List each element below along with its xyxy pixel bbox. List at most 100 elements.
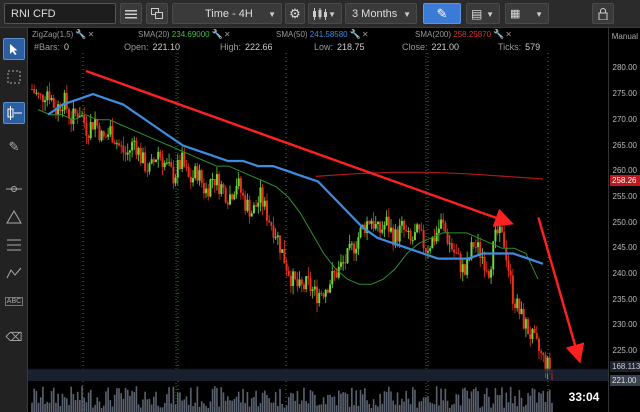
volume-bar	[383, 391, 386, 412]
lock-button[interactable]	[592, 3, 614, 24]
indicator-zigzag[interactable]: ZigZag(1,5) 🔧✕	[32, 29, 94, 40]
pencil-icon: ✎	[8, 139, 20, 154]
indicator-name: SMA(200)	[415, 30, 452, 39]
close-price-tag: 221.00	[610, 374, 640, 386]
candle-body	[296, 279, 299, 287]
candle-body	[109, 126, 112, 135]
candle-body	[168, 162, 171, 164]
candle-body	[115, 143, 118, 145]
candle-body	[524, 319, 527, 329]
fibonacci-tool[interactable]	[3, 234, 25, 256]
volume-bar	[527, 393, 529, 412]
candle-body	[509, 270, 512, 276]
indicator-value: 234.69000	[171, 30, 210, 39]
wrench-icon[interactable]: 🔧	[212, 29, 223, 39]
volume-bar	[498, 395, 501, 412]
pattern-tool[interactable]	[3, 262, 25, 284]
zoom-box-tool[interactable]	[3, 66, 25, 88]
volume-tag: 168.113	[610, 360, 640, 372]
volume-bar	[392, 400, 394, 412]
candle-body	[209, 179, 212, 197]
close-icon[interactable]: ✕	[362, 30, 369, 39]
candle-body	[503, 232, 506, 248]
timeframe-dropdown[interactable]: Time - 4H ▼	[172, 3, 282, 24]
volume-bar	[512, 403, 514, 412]
volume-bar	[346, 393, 349, 412]
low-readout: Low: 218.75	[314, 42, 365, 52]
candle-body	[248, 199, 251, 217]
triangle-tool[interactable]	[3, 206, 25, 228]
volume-bar	[222, 392, 225, 412]
price-axis[interactable]: Manual 280.00 275.00 270.00 265.00 260.00 255…	[608, 28, 640, 412]
candle-body	[514, 303, 517, 309]
candle-body	[507, 260, 510, 271]
volume-bar	[161, 407, 164, 412]
indicator-sma20[interactable]: SMA(20) 234.69000 🔧✕	[138, 29, 231, 40]
axis-mode-label[interactable]: Manual	[612, 32, 638, 41]
symbol-field[interactable]: RNI CFD	[4, 3, 116, 24]
volume-bar	[39, 397, 42, 412]
line-tool[interactable]	[3, 178, 25, 200]
period-dropdown[interactable]: 3 Months ▼	[345, 3, 417, 24]
volume-bar	[285, 405, 288, 412]
windows-button[interactable]	[146, 3, 168, 24]
text-tool[interactable]: ABC	[3, 290, 25, 312]
pencil-tool[interactable]: ✎	[3, 136, 25, 158]
candle-body	[483, 256, 486, 271]
settings-button[interactable]: ⚙	[285, 3, 305, 24]
crosshair-tool[interactable]	[3, 102, 25, 124]
candle-body	[122, 145, 125, 153]
templates-button[interactable]: ▤ ▼	[466, 3, 500, 24]
indicator-sma200[interactable]: SMA(200) 258.25870 🔧✕	[415, 29, 512, 40]
chevron-down-icon: ▼	[486, 10, 494, 19]
volume-bar	[135, 386, 138, 412]
candle-body	[146, 171, 149, 173]
candle-body	[448, 243, 451, 245]
volume-bar	[157, 405, 159, 412]
volume-bar	[229, 400, 231, 412]
volume-bar	[209, 401, 212, 412]
candle-body	[426, 251, 429, 253]
wrench-icon[interactable]: 🔧	[75, 29, 86, 39]
candle-body	[339, 262, 342, 267]
close-icon[interactable]: ✕	[88, 30, 95, 39]
draw-button[interactable]: ✎	[423, 3, 461, 24]
volume-bar	[92, 407, 94, 412]
wrench-icon[interactable]: 🔧	[493, 29, 504, 39]
indicator-sma50[interactable]: SMA(50) 241.58580 🔧✕	[276, 29, 369, 40]
candle-body	[94, 119, 97, 130]
candle-body	[35, 92, 38, 94]
candle-body	[255, 205, 258, 207]
close-icon[interactable]: ✕	[505, 30, 512, 39]
volume-bar	[551, 402, 553, 412]
close-icon[interactable]: ✕	[224, 30, 231, 39]
price-chart[interactable]	[28, 53, 608, 412]
volume-bar	[296, 391, 299, 412]
candle-body	[87, 135, 90, 139]
volume-bar	[131, 390, 133, 412]
candle-body	[289, 275, 292, 287]
volume-bar	[405, 390, 408, 412]
delete-drawings-tool[interactable]: ⌫	[3, 326, 25, 348]
candle-body	[74, 108, 77, 114]
volume-bar	[549, 389, 551, 412]
wrench-icon[interactable]: 🔧	[350, 29, 361, 39]
volume-bar	[314, 394, 316, 412]
volume-bar	[172, 386, 175, 412]
volume-bar	[416, 407, 418, 412]
volume-bar	[170, 403, 173, 412]
volume-bar	[390, 391, 392, 412]
volume-bar	[525, 404, 527, 412]
volume-bar	[353, 405, 355, 412]
candle-body	[187, 166, 190, 177]
volume-bar	[233, 398, 236, 412]
select-tool[interactable]	[3, 38, 25, 60]
chart-type-dropdown[interactable]: ▼	[308, 3, 342, 24]
list-button[interactable]	[120, 3, 142, 24]
indicators-button[interactable]: ▦ ▼	[505, 3, 549, 24]
open-readout: Open: 221.10	[124, 42, 181, 52]
candle-body	[161, 157, 164, 168]
windows-icon	[151, 8, 163, 19]
templates-icon: ▤	[471, 6, 483, 21]
sma200-line	[315, 171, 544, 180]
